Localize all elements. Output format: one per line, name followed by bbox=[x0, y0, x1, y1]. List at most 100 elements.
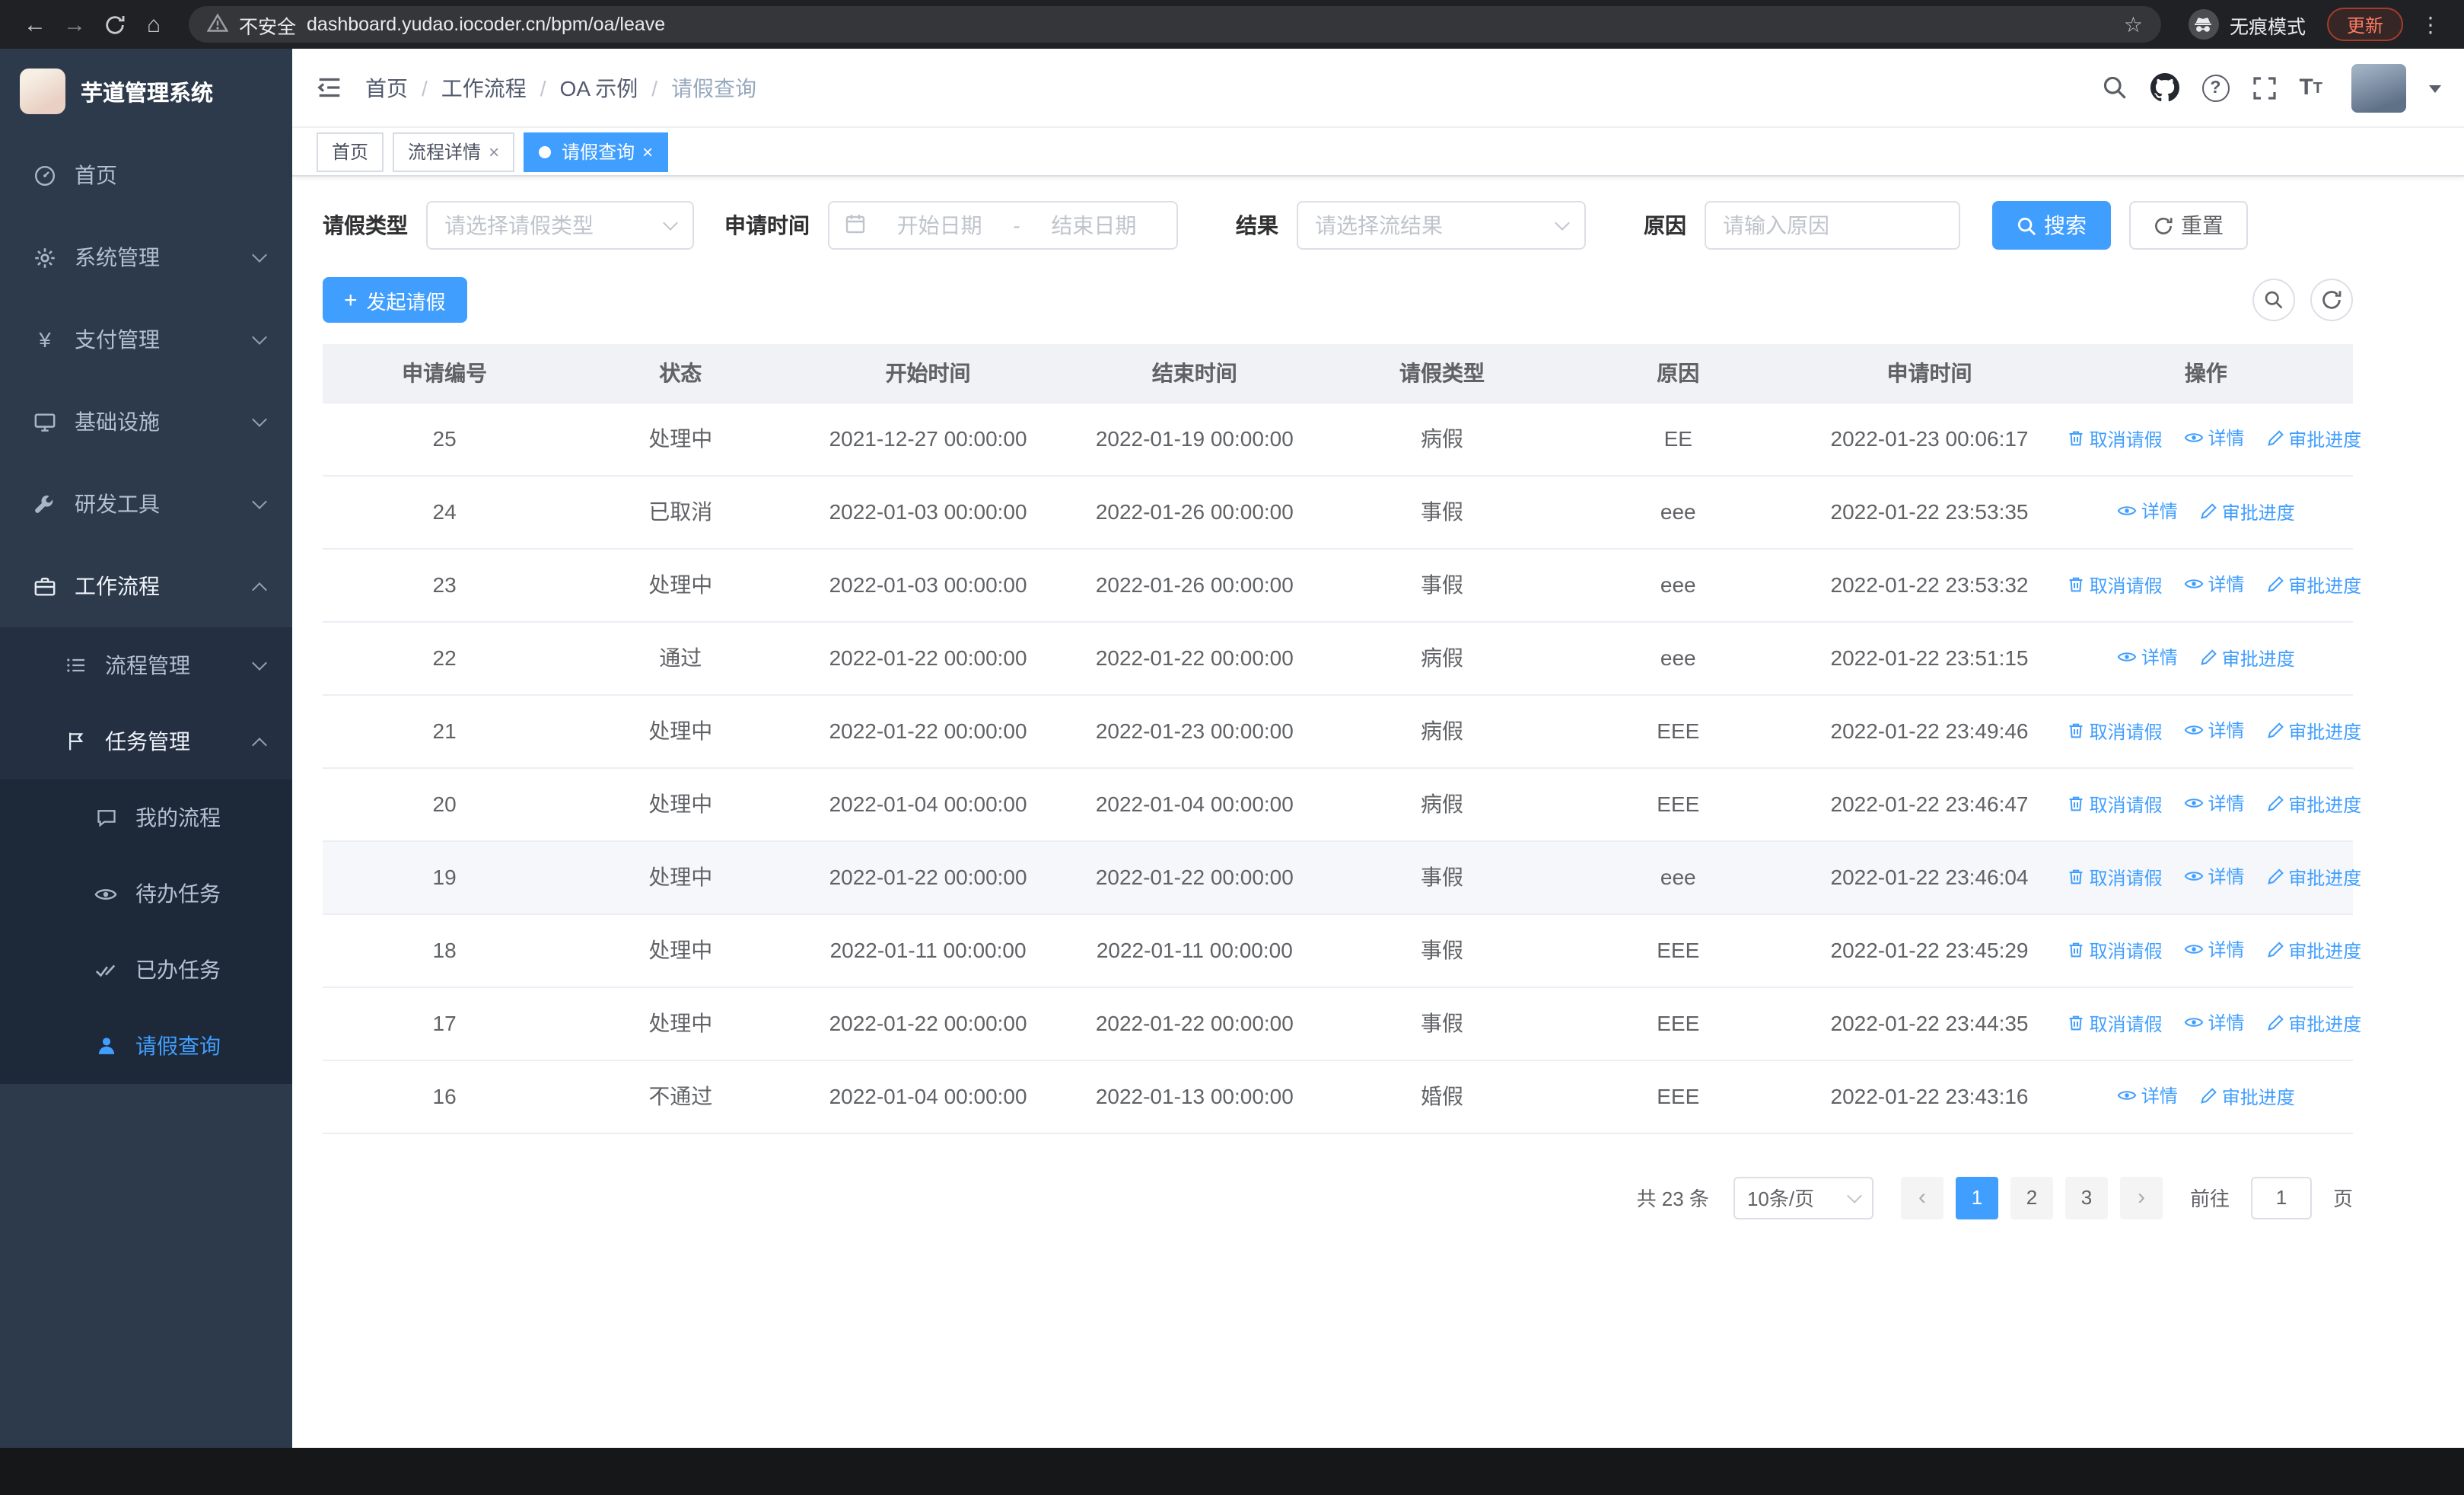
sidebar-item-task-mgmt[interactable]: 任务管理 bbox=[0, 703, 292, 779]
result-select[interactable]: 请选择流结果 bbox=[1297, 201, 1586, 250]
search-button[interactable]: 搜索 bbox=[1992, 201, 2111, 250]
col-status: 状态 bbox=[566, 344, 795, 403]
address-bar[interactable]: 不安全 dashboard.yudao.iocoder.cn/bpm/oa/le… bbox=[189, 6, 2161, 43]
reload-icon[interactable] bbox=[94, 5, 134, 44]
detail-link[interactable]: 详情 bbox=[2183, 790, 2244, 816]
refresh-table-button[interactable] bbox=[2310, 279, 2353, 321]
approval-progress-link[interactable]: 审批进度 bbox=[2199, 499, 2295, 524]
apply-time-label: 申请时间 bbox=[724, 213, 810, 237]
cancel-leave-link[interactable]: 取消请假 bbox=[2067, 1010, 2163, 1036]
sidebar-item-todo-tasks[interactable]: 待办任务 bbox=[0, 856, 292, 932]
create-leave-button[interactable]: + 发起请假 bbox=[323, 277, 467, 323]
sidebar-item-system[interactable]: 系统管理 bbox=[0, 216, 292, 298]
detail-link[interactable]: 详情 bbox=[2183, 717, 2244, 743]
cell-actions: 取消请假 详情 审批进度 bbox=[2058, 987, 2361, 1060]
next-page-button[interactable]: › bbox=[2119, 1176, 2163, 1219]
table-header-row: 申请编号 状态 开始时间 结束时间 请假类型 原因 申请时间 操作 bbox=[323, 344, 2353, 403]
sidebar-item-infrastructure[interactable]: 基础设施 bbox=[0, 381, 292, 463]
end-date-placeholder: 结束日期 bbox=[1051, 213, 1137, 237]
tab-process-detail[interactable]: 流程详情 × bbox=[393, 132, 515, 171]
flag-icon bbox=[62, 731, 88, 752]
detail-link[interactable]: 详情 bbox=[2183, 425, 2244, 451]
approval-progress-link[interactable]: 审批进度 bbox=[2199, 1083, 2295, 1109]
approval-progress-link[interactable]: 审批进度 bbox=[2265, 426, 2361, 451]
chevron-down-icon bbox=[252, 247, 267, 263]
approval-progress-link[interactable]: 审批进度 bbox=[2265, 572, 2361, 598]
breadcrumb-item[interactable]: OA 示例 bbox=[560, 72, 638, 103]
github-icon[interactable] bbox=[2150, 73, 2179, 102]
cell-end-time: 2022-01-23 00:00:00 bbox=[1061, 694, 1328, 768]
page-size-select[interactable]: 10条/页 bbox=[1733, 1176, 1873, 1219]
detail-link[interactable]: 详情 bbox=[2183, 1009, 2244, 1035]
detail-link[interactable]: 详情 bbox=[2117, 1082, 2178, 1108]
approval-progress-link[interactable]: 审批进度 bbox=[2199, 645, 2295, 671]
avatar[interactable] bbox=[2351, 63, 2406, 112]
page-button-2[interactable]: 2 bbox=[2010, 1176, 2053, 1219]
avatar-dropdown-caret-icon[interactable] bbox=[2429, 85, 2441, 99]
close-icon[interactable]: × bbox=[642, 142, 653, 161]
leave-type-select[interactable]: 请选择请假类型 bbox=[426, 201, 694, 250]
url-text[interactable]: dashboard.yudao.iocoder.cn/bpm/oa/leave bbox=[307, 14, 665, 35]
sidebar-item-process-mgmt[interactable]: 流程管理 bbox=[0, 627, 292, 703]
bottom-strip bbox=[0, 1448, 2464, 1495]
approval-progress-link[interactable]: 审批进度 bbox=[2265, 1010, 2361, 1036]
help-icon[interactable]: ? bbox=[2201, 74, 2230, 101]
breadcrumb-item[interactable]: 工作流程 bbox=[441, 72, 527, 103]
cancel-leave-link[interactable]: 取消请假 bbox=[2067, 718, 2163, 744]
page-button-1[interactable]: 1 bbox=[1955, 1176, 1998, 1219]
tags-view: 首页 流程详情 × 请假查询 × bbox=[292, 128, 2464, 177]
cancel-leave-link[interactable]: 取消请假 bbox=[2067, 864, 2163, 890]
detail-link[interactable]: 详情 bbox=[2183, 936, 2244, 962]
reason-input[interactable] bbox=[1705, 201, 1960, 250]
breadcrumb-item[interactable]: 首页 bbox=[365, 72, 408, 103]
sidebar-item-leave-query[interactable]: 请假查询 bbox=[0, 1008, 292, 1084]
prev-page-button[interactable]: ‹ bbox=[1900, 1176, 1944, 1219]
approval-progress-link[interactable]: 审批进度 bbox=[2265, 864, 2361, 890]
detail-link[interactable]: 详情 bbox=[2117, 498, 2178, 524]
sidebar-item-workflow[interactable]: 工作流程 bbox=[0, 545, 292, 627]
fullscreen-icon[interactable] bbox=[2252, 75, 2276, 100]
cell-apply-id: 24 bbox=[323, 475, 567, 549]
cell-apply-id: 25 bbox=[323, 402, 567, 476]
page-button-3[interactable]: 3 bbox=[2064, 1176, 2108, 1219]
home-icon[interactable]: ⌂ bbox=[134, 5, 173, 44]
cancel-leave-link[interactable]: 取消请假 bbox=[2067, 791, 2163, 817]
search-icon[interactable] bbox=[2101, 75, 2127, 100]
detail-link[interactable]: 详情 bbox=[2117, 644, 2178, 670]
cancel-leave-link[interactable]: 取消请假 bbox=[2067, 937, 2163, 963]
browser-menu-icon[interactable]: ⋮ bbox=[2412, 11, 2449, 37]
forward-icon[interactable]: → bbox=[55, 5, 94, 44]
tab-home[interactable]: 首页 bbox=[317, 132, 384, 171]
close-icon[interactable]: × bbox=[489, 142, 499, 161]
approval-progress-link[interactable]: 审批进度 bbox=[2265, 718, 2361, 744]
tab-leave-query[interactable]: 请假查询 × bbox=[524, 132, 669, 171]
table-row: 21 处理中 2022-01-22 00:00:00 2022-01-23 00… bbox=[323, 694, 2361, 768]
sidebar-item-devtools[interactable]: 研发工具 bbox=[0, 463, 292, 545]
apply-time-range-picker[interactable]: 开始日期 - 结束日期 bbox=[828, 201, 1178, 250]
cancel-leave-link[interactable]: 取消请假 bbox=[2067, 572, 2163, 598]
collapse-sidebar-icon[interactable] bbox=[315, 73, 344, 102]
sidebar-item-home[interactable]: 首页 bbox=[0, 134, 292, 216]
cell-apply-time: 2022-01-22 23:51:15 bbox=[1800, 621, 2059, 695]
sidebar-item-done-tasks[interactable]: 已办任务 bbox=[0, 932, 292, 1008]
goto-page-input[interactable] bbox=[2250, 1176, 2312, 1219]
cancel-leave-link[interactable]: 取消请假 bbox=[2067, 426, 2163, 451]
page-unit-label: 页 bbox=[2332, 1187, 2353, 1210]
reset-button[interactable]: 重置 bbox=[2129, 201, 2248, 250]
sidebar-item-label: 基础设施 bbox=[75, 410, 160, 434]
approval-progress-link[interactable]: 审批进度 bbox=[2265, 791, 2361, 817]
sidebar-item-payment[interactable]: ¥ 支付管理 bbox=[0, 298, 292, 381]
back-icon[interactable]: ← bbox=[15, 5, 55, 44]
update-button[interactable]: 更新 bbox=[2326, 8, 2403, 41]
approval-progress-link[interactable]: 审批进度 bbox=[2265, 937, 2361, 963]
breadcrumb-separator: / bbox=[422, 75, 428, 100]
detail-link[interactable]: 详情 bbox=[2183, 571, 2244, 597]
sidebar-item-my-process[interactable]: 我的流程 bbox=[0, 779, 292, 856]
sidebar-item-label: 流程管理 bbox=[105, 653, 190, 677]
font-size-icon[interactable]: TT bbox=[2299, 76, 2322, 99]
cell-start-time: 2022-01-03 00:00:00 bbox=[794, 548, 1062, 622]
bookmark-star-icon[interactable]: ☆ bbox=[2124, 11, 2143, 37]
security-label[interactable]: 不安全 bbox=[239, 10, 296, 39]
show-search-toggle-button[interactable] bbox=[2252, 279, 2295, 321]
detail-link[interactable]: 详情 bbox=[2183, 863, 2244, 889]
